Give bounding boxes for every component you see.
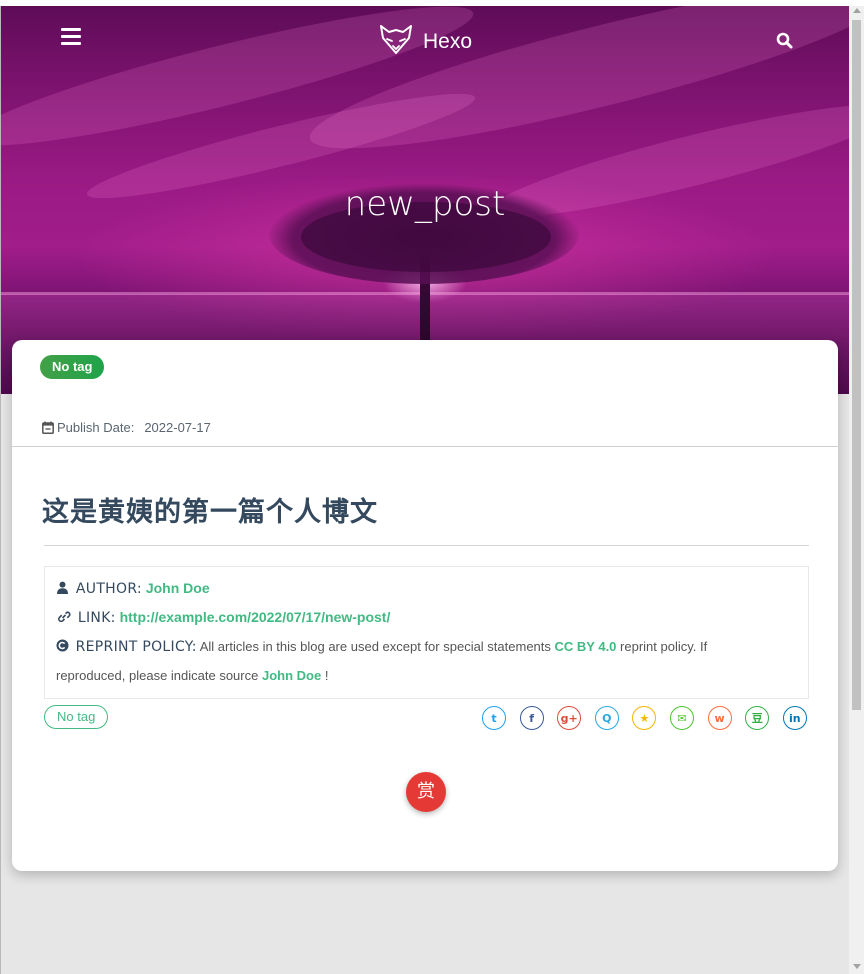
reprint-text: reproduced, please indicate source	[56, 668, 259, 683]
tag-outline-button[interactable]: No tag	[44, 705, 109, 729]
qzone-icon[interactable]: ★	[632, 706, 657, 730]
douban-icon[interactable]: 豆	[745, 706, 770, 730]
twitter-icon[interactable]: t	[482, 706, 506, 730]
scroll-up-arrow-icon[interactable]	[853, 8, 861, 13]
post-url-link[interactable]: http://example.com/2022/07/17/new-post/	[120, 609, 391, 625]
publish-date-row: Publish Date: 2022-07-17	[42, 420, 211, 435]
reprint-label: REPRINT POLICY:	[75, 639, 197, 655]
reprint-policy-row: REPRINT POLICY: All articles in this blo…	[56, 639, 707, 655]
source-author-link[interactable]: John Doe	[262, 668, 321, 683]
top-navbar: Hexo	[1, 6, 849, 70]
hamburger-menu-icon[interactable]	[61, 28, 81, 46]
title-divider	[44, 545, 809, 546]
google-plus-icon[interactable]: g+	[557, 706, 582, 730]
publish-label: Publish Date:	[57, 420, 135, 435]
license-link[interactable]: CC BY 4.0	[555, 639, 617, 654]
calendar-icon	[42, 421, 54, 434]
author-link[interactable]: John Doe	[146, 580, 210, 596]
reward-button[interactable]: 赏	[406, 772, 446, 812]
link-row: LINK: http://example.com/2022/07/17/new-…	[56, 609, 390, 626]
post-title: 这是黄姨的第一篇个人博文	[42, 497, 378, 528]
weibo-icon[interactable]: w	[707, 706, 732, 730]
facebook-icon[interactable]: f	[519, 706, 544, 730]
hero-title: new_post	[344, 184, 506, 224]
scroll-down-arrow-icon[interactable]	[853, 964, 861, 969]
reprint-text: !	[324, 668, 329, 683]
qq-icon[interactable]: Q	[594, 706, 619, 730]
publish-date: 2022-07-17	[144, 420, 211, 435]
scrollbar-thumb[interactable]	[852, 20, 861, 710]
fox-logo-icon[interactable]	[379, 22, 413, 56]
site-brand[interactable]: Hexo	[423, 30, 472, 54]
link-label: LINK:	[77, 610, 116, 626]
vertical-scrollbar[interactable]	[849, 6, 864, 974]
search-icon[interactable]	[776, 32, 794, 50]
reprint-statement-box: AUTHOR: John Doe LINK: http://example.co…	[44, 566, 809, 699]
author-label: AUTHOR:	[75, 581, 142, 597]
author-row: AUTHOR: John Doe	[56, 580, 210, 597]
wechat-icon[interactable]: ✉	[670, 706, 694, 730]
post-card: No tag Publish Date: 2022-07-17 这是黄姨的第一篇…	[12, 340, 838, 871]
linkedin-icon[interactable]: in	[782, 706, 807, 730]
reprint-source-row: reproduced, please indicate source John …	[56, 668, 328, 683]
tag-chip[interactable]: No tag	[40, 355, 105, 379]
reprint-text: reprint policy. If	[620, 639, 708, 654]
link-icon	[58, 611, 71, 623]
user-icon	[57, 581, 68, 594]
divider	[12, 446, 838, 447]
reprint-text: All articles in this blog are used excep…	[199, 639, 551, 654]
copyright-icon	[56, 639, 69, 652]
